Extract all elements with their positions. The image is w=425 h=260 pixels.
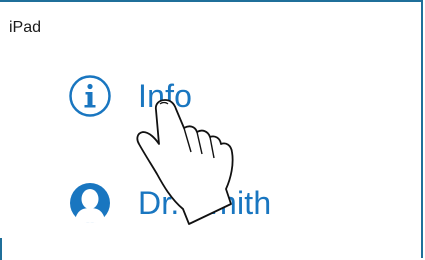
tap-hand-icon: [136, 99, 234, 225]
person-avatar-icon: [70, 183, 110, 223]
device-label: iPad: [9, 19, 42, 36]
info-icon: [69, 75, 111, 117]
frame-edge: [0, 238, 2, 260]
